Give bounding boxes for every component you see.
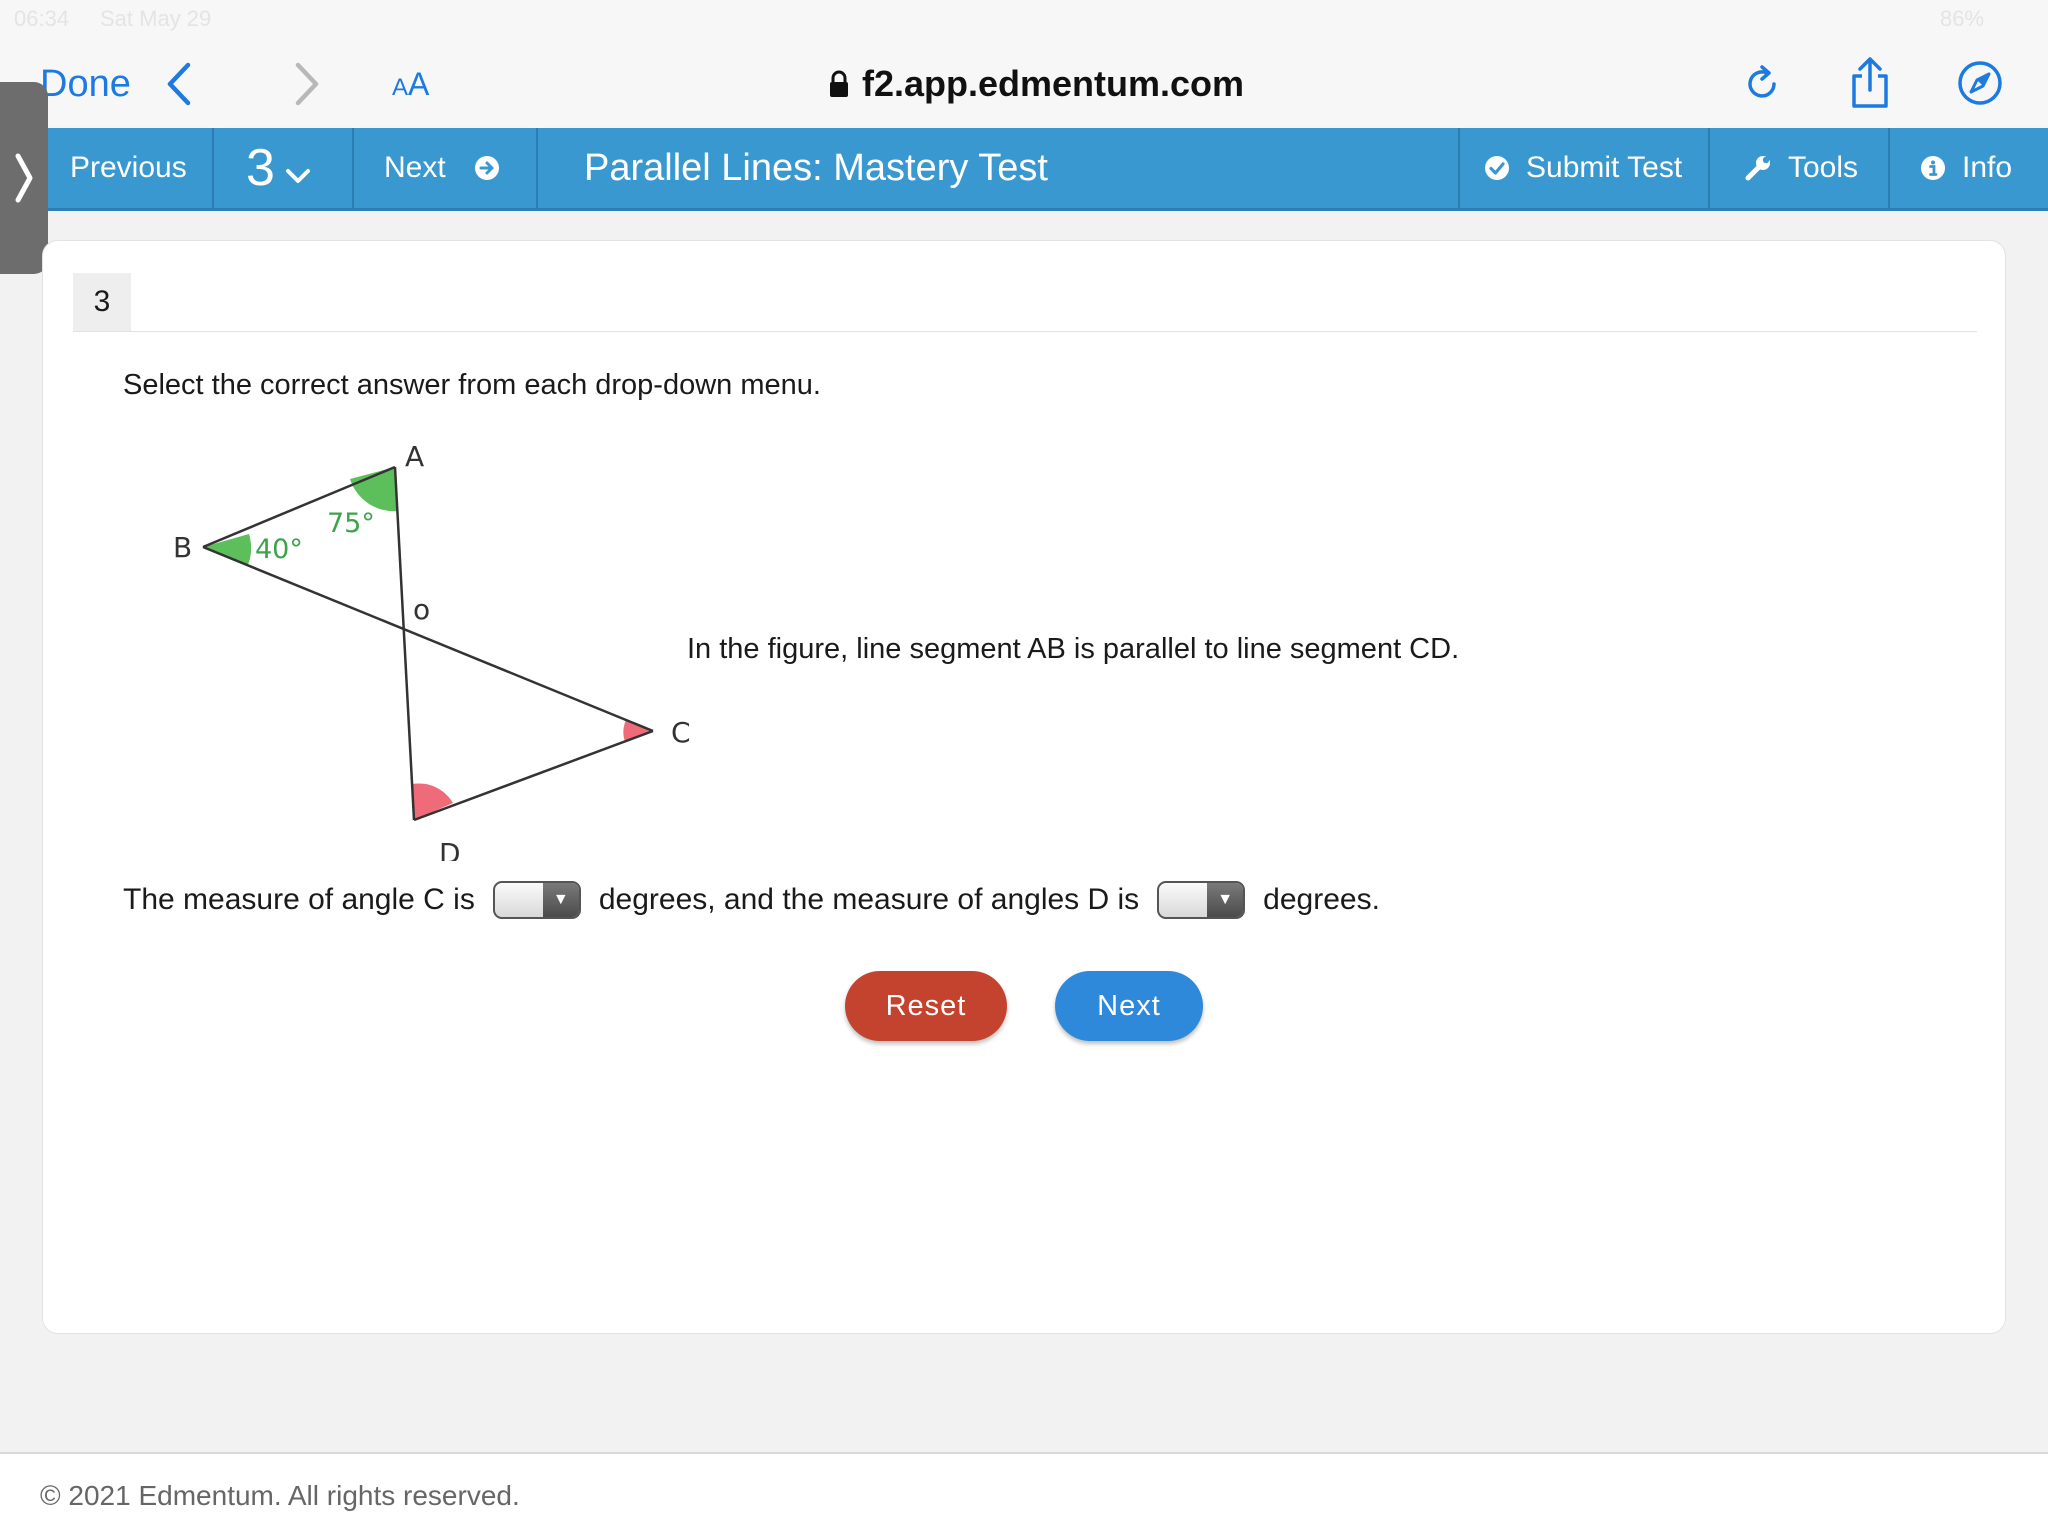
aa-small: A [392,74,409,101]
segment-cd [413,729,654,822]
toolbar-divider [352,128,354,208]
check-circle-icon [1485,156,1509,180]
test-toolbar: Previous 3 Next Parallel Lines: Mastery … [0,128,2048,211]
sentence-part-3: degrees. [1263,883,1380,916]
status-bar: 06:34 Sat May 29 86% [0,0,2048,40]
reload-icon [1748,65,1776,98]
share-button[interactable] [1848,48,1904,118]
previous-button[interactable]: Previous [40,128,210,208]
status-time: 06:34 [14,6,70,31]
angle-d-dropdown[interactable]: ▼ [1157,881,1246,919]
question-number-value: 3 [246,139,275,197]
text-size-button[interactable]: AA [392,56,429,112]
browser-toolbar: Done AA f2.app.edmentum.com [0,40,2048,128]
angle-c-dropdown[interactable]: ▼ [492,881,581,919]
battery-level: 86% [1940,6,1985,31]
page-footer: © 2021 Edmentum. All rights reserved. [0,1452,2048,1538]
aa-large: A [408,65,430,102]
toolbar-divider [212,128,214,208]
question-card: 3 Select the correct answer from each dr… [42,240,2006,1334]
status-date: Sat May 29 [100,6,212,31]
vertex-label-b: B [173,531,192,564]
vertex-label-c: C [671,716,691,749]
angle-a-label: 75° [327,508,375,539]
chevron-down-icon [285,169,310,183]
chevron-right-icon [295,62,319,106]
info-button[interactable]: Info [1896,128,2048,208]
question-divider [73,331,1977,332]
toolbar-divider [536,128,538,208]
vertex-label-d: D [439,837,461,861]
question-instruction: Select the correct answer from each drop… [123,369,821,401]
done-button[interactable]: Done [40,56,131,112]
wrench-icon [1745,156,1770,181]
previous-label: Previous [70,151,187,184]
question-number-tab: 3 [73,273,131,331]
sentence-part-2: degrees, and the measure of angles D is [598,883,1140,916]
intersection-label-o: o [413,593,430,626]
info-label: Info [1962,151,2013,184]
dropdown-arrow-icon: ▼ [542,883,579,917]
compass-button[interactable] [1956,52,2012,114]
segment-ad [393,466,416,821]
lock-icon [830,70,848,97]
answer-sentence: The measure of angle C is ▼ degrees, and… [123,881,1380,919]
angle-c-wedge [623,720,653,742]
next-button[interactable]: Next [1055,971,1203,1041]
angle-b-label: 40° [255,534,303,565]
compass-icon [1958,61,2002,105]
submit-test-label: Submit Test [1526,151,1683,184]
address-bar[interactable]: f2.app.edmentum.com [828,56,1244,112]
sentence-part-1: The measure of angle C is [123,883,475,916]
geometry-figure: A B C D o 40° 75° [173,441,691,861]
copyright-text: © 2021 Edmentum. All rights reserved. [40,1480,520,1511]
info-icon [1921,156,1945,180]
question-statement: In the figure, line segment AB is parall… [687,633,1460,665]
toolbar-next-label: Next [384,151,446,184]
url-text: f2.app.edmentum.com [862,63,1245,104]
submit-test-button[interactable]: Submit Test [1460,128,1705,208]
toolbar-next-button[interactable]: Next [360,128,530,208]
segment-bc [202,545,654,733]
forward-button[interactable] [286,54,342,114]
toolbar-divider [1708,128,1710,208]
arrow-right-circle-icon [474,156,499,180]
question-number-select[interactable]: 3 [222,128,350,208]
share-icon [1852,57,1888,108]
chevron-right-icon [15,153,33,203]
dropdown-arrow-icon: ▼ [1207,883,1244,917]
back-button[interactable] [160,54,216,114]
tools-label: Tools [1788,151,1859,184]
reload-button[interactable] [1740,54,1796,114]
side-panel-handle[interactable] [0,82,48,274]
chevron-left-icon [167,62,191,106]
tools-button[interactable]: Tools [1718,128,1886,208]
vertex-label-a: A [405,441,424,473]
angle-a-wedge [350,467,398,512]
test-title: Parallel Lines: Mastery Test [584,146,1048,189]
toolbar-divider [1888,128,1890,208]
angle-d-wedge [412,783,453,820]
reset-button[interactable]: Reset [845,971,1007,1041]
